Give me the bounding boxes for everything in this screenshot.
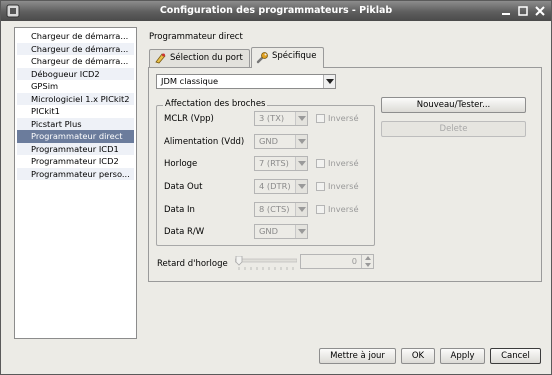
data-in-pin-value: 8 (CTS) [259,204,290,214]
data-out-pin-value: 4 (DTR) [259,181,291,191]
chevron-down-icon [295,180,307,193]
list-item[interactable]: Chargeur de démarra... [17,55,134,68]
app-icon [6,4,20,18]
chevron-down-icon [323,75,335,88]
chevron-down-icon [295,157,307,170]
delete-button[interactable]: Delete [381,121,526,137]
clock-delay-value: 0 [351,256,357,266]
spin-down-icon[interactable] [362,262,373,269]
pin-label-data-out: Data Out [164,182,203,192]
list-item-selected[interactable]: Programmateur direct [17,130,134,143]
chevron-down-icon [295,203,307,216]
window-title: Configuration des programmateurs - Pikla… [159,5,393,16]
chevron-down-icon [295,135,307,148]
vdd-pin-value: GND [259,136,279,146]
list-item[interactable]: Micrologiciel 1.x PICkit2 [17,92,134,105]
data-in-pin-select[interactable]: 8 (CTS) [254,202,308,217]
tab-port-selection[interactable]: Sélection du port [149,49,250,67]
list-item[interactable]: Chargeur de démarra... [17,30,134,43]
list-item[interactable]: Programmateur ICD1 [17,142,134,155]
apply-label: Apply [450,351,475,361]
pin-label-vdd: Alimentation (Vdd) [164,137,245,147]
programmer-type-select[interactable]: JDM classique [156,74,336,89]
mclr-pin-select[interactable]: 3 (TX) [254,111,308,126]
wrench-icon [256,51,269,70]
close-icon[interactable] [533,4,547,18]
data-out-pin-select[interactable]: 4 (DTR) [254,179,308,194]
data-in-invert-checkbox[interactable] [316,205,325,214]
data-in-invert-label: Inversé [328,204,359,214]
maximize-icon[interactable] [516,4,530,18]
chevron-down-icon [295,225,307,238]
clock-invert-checkbox[interactable] [316,159,325,168]
cancel-label: Cancel [501,351,530,361]
tab-label: Spécifique [272,51,317,61]
cancel-button[interactable]: Cancel [490,348,541,364]
list-item[interactable]: Programmateur perso... [17,167,134,180]
clock-invert-label: Inversé [328,158,359,168]
pin-label-mclr: MCLR (Vpp) [164,114,214,124]
ok-button[interactable]: OK [401,348,435,364]
pin-assignment-title: Affectation des broches [163,99,268,109]
vdd-pin-select[interactable]: GND [254,134,308,149]
pin-label-data-in: Data In [164,205,195,215]
programmer-type-value: JDM classique [161,76,219,86]
mclr-invert-label: Inversé [328,113,359,123]
mclr-invert-checkbox[interactable] [316,114,325,123]
clock-pin-select[interactable]: 7 (RTS) [254,156,308,171]
title-bar: Configuration des programmateurs - Pikla… [1,1,551,21]
clock-pin-value: 7 (RTS) [259,158,289,168]
list-item[interactable]: Débogueur ICD2 [17,67,134,80]
update-button[interactable]: Mettre à jour [319,348,396,364]
data-out-invert-checkbox[interactable] [316,182,325,191]
data-rw-pin-value: GND [259,226,279,236]
tab-specific[interactable]: Spécifique [251,47,324,68]
programmer-list[interactable]: Chargeur de démarra... Chargeur de démar… [14,27,137,339]
section-title: Programmateur direct [149,32,243,42]
config-dialog: Configuration des programmateurs - Pikla… [0,0,552,375]
update-label: Mettre à jour [330,351,385,361]
pin-label-data-rw: Data R/W [164,227,205,237]
new-test-label: Nouveau/Tester... [416,100,491,110]
mclr-pin-value: 3 (TX) [259,113,285,123]
list-item[interactable]: Picstart Plus [17,117,134,130]
tab-label: Sélection du port [170,53,243,63]
apply-button[interactable]: Apply [440,348,485,364]
clock-delay-label: Retard d'horloge [157,259,228,269]
clock-delay-slider[interactable] [234,255,298,270]
minimize-icon[interactable] [499,4,513,18]
data-rw-pin-select[interactable]: GND [254,224,308,239]
ok-label: OK [411,351,425,361]
data-out-invert-label: Inversé [328,181,359,191]
chevron-down-icon [295,112,307,125]
pin-label-clock: Horloge [164,159,198,169]
list-item[interactable]: GPSim [17,80,134,93]
list-item[interactable]: PICkit1 [17,105,134,118]
clock-delay-spinbox[interactable]: 0 [300,254,374,269]
new-test-button[interactable]: Nouveau/Tester... [381,97,526,113]
list-item[interactable]: Chargeur de démarra... [17,42,134,55]
delete-label: Delete [439,124,468,134]
list-item[interactable]: Programmateur ICD2 [17,155,134,168]
